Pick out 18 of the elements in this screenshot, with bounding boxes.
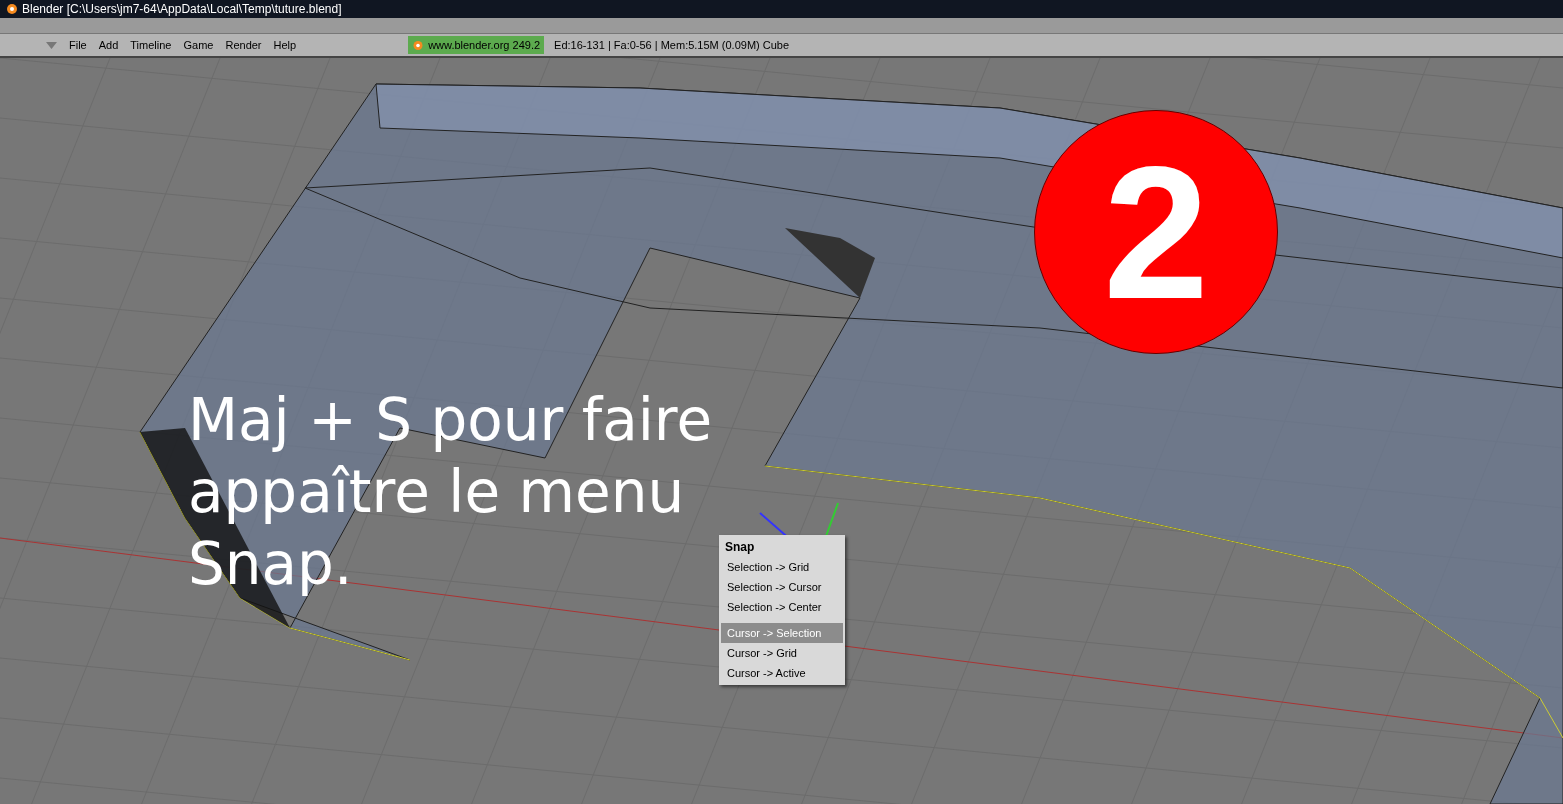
menu-item[interactable]: Add — [92, 36, 125, 54]
menu-item[interactable]: Help — [267, 36, 303, 54]
menu-item[interactable]: Timeline — [124, 36, 178, 54]
app-logo-icon — [412, 39, 425, 51]
menu-item[interactable]: Cursor -> Grid — [721, 643, 843, 663]
menu-item[interactable]: Selection -> Center — [721, 597, 843, 617]
version-text: www.blender.org 249.2 — [428, 37, 541, 53]
menu-title: Snap — [724, 539, 756, 556]
menu-item[interactable]: Cursor -> Active — [721, 663, 843, 683]
app-logo-icon — [4, 3, 18, 15]
collapse-arrow-icon — [46, 41, 57, 49]
menu-item[interactable]: Selection -> Grid — [721, 557, 843, 577]
menu-item[interactable]: Render — [219, 36, 268, 54]
scene-stats: Ed:16-131 | Fa:0-56 | Mem:5.15M (0.09M) Cube — [554, 37, 790, 53]
menu-item[interactable]: File — [63, 36, 93, 54]
menu-item[interactable]: Game — [177, 36, 220, 54]
menu-item[interactable]: Selection -> Cursor — [721, 577, 843, 597]
window-title: Blender [C:\Users\jm7-64\AppData\Local\Temp\tuture.blend] — [22, 1, 342, 18]
